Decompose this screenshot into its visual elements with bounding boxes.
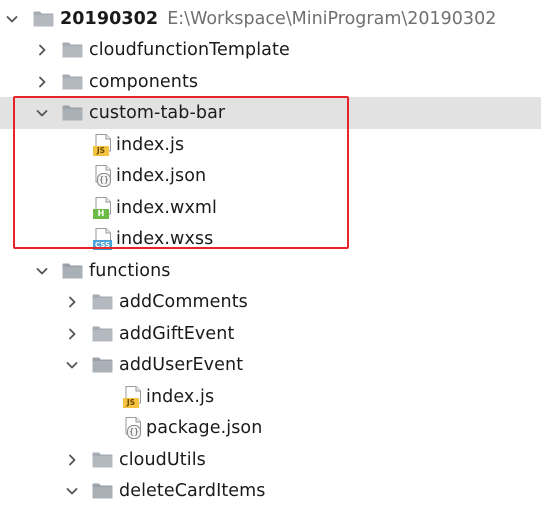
root-folder-path: E:\Workspace\MiniProgram\20190302 <box>167 8 497 29</box>
tree-node-folder[interactable]: deleteCardItems <box>0 475 541 507</box>
tree-node-root[interactable]: 20190302 E:\Workspace\MiniProgram\201903… <box>0 3 541 35</box>
folder-open-icon <box>92 357 113 373</box>
json-file-icon: {} <box>93 165 113 187</box>
folder-icon <box>33 11 54 27</box>
folder-icon <box>62 74 83 90</box>
tree-node-folder-selected[interactable]: custom-tab-bar <box>0 97 541 129</box>
folder-icon <box>92 326 113 342</box>
tree-node-folder[interactable]: functions <box>0 255 541 287</box>
json-file-icon: {} <box>123 417 143 439</box>
js-file-icon: JS <box>93 134 113 156</box>
tree-node-label: index.wxml <box>116 197 218 218</box>
folder-icon <box>62 42 83 58</box>
wxml-file-icon: H <box>93 197 113 219</box>
tree-node-folder[interactable]: cloudfunctionTemplate <box>0 34 541 66</box>
folder-open-icon <box>62 263 83 279</box>
tree-node-file[interactable]: {} index.json <box>0 160 541 192</box>
folder-open-icon <box>62 105 83 121</box>
tree-node-folder[interactable]: addComments <box>0 286 541 318</box>
chevron-down-icon[interactable] <box>34 263 50 279</box>
tree-node-file[interactable]: JS index.js <box>0 129 541 161</box>
chevron-down-icon[interactable] <box>64 483 80 499</box>
wxss-file-icon: CSS <box>93 228 113 250</box>
folder-icon <box>92 294 113 310</box>
tree-node-label: custom-tab-bar <box>89 102 226 123</box>
chevron-right-icon[interactable] <box>64 294 80 310</box>
tree-node-folder[interactable]: addUserEvent <box>0 349 541 381</box>
tree-node-label: index.js <box>116 134 185 155</box>
tree-node-label: index.json <box>116 165 207 186</box>
chevron-down-icon[interactable] <box>4 11 20 27</box>
tree-node-label: addComments <box>119 291 248 312</box>
chevron-right-icon[interactable] <box>64 452 80 468</box>
tree-node-label: addUserEvent <box>119 354 244 375</box>
tree-node-folder[interactable]: components <box>0 66 541 98</box>
chevron-down-icon[interactable] <box>34 105 50 121</box>
tree-node-label: index.wxss <box>116 228 214 249</box>
tree-node-label: cloudfunctionTemplate <box>89 39 290 60</box>
chevron-down-icon[interactable] <box>64 357 80 373</box>
tree-node-label: addGiftEvent <box>119 323 235 344</box>
chevron-right-icon[interactable] <box>34 42 50 58</box>
tree-node-label: package.json <box>146 417 263 438</box>
tree-node-file[interactable]: JS index.js <box>0 381 541 413</box>
folder-icon <box>92 452 113 468</box>
tree-node-folder[interactable]: addGiftEvent <box>0 318 541 350</box>
tree-node-folder[interactable]: cloudUtils <box>0 444 541 476</box>
tree-node-file[interactable]: {} package.json <box>0 412 541 444</box>
file-tree: 20190302 E:\Workspace\MiniProgram\201903… <box>0 0 541 512</box>
chevron-right-icon[interactable] <box>64 326 80 342</box>
folder-open-icon <box>92 483 113 499</box>
tree-node-label: cloudUtils <box>119 449 206 470</box>
js-file-icon: JS <box>123 386 143 408</box>
tree-node-label: functions <box>89 260 171 281</box>
root-folder-name: 20190302 <box>60 8 159 29</box>
tree-node-label: deleteCardItems <box>119 480 266 501</box>
chevron-right-icon[interactable] <box>34 74 50 90</box>
tree-node-label: index.js <box>146 386 215 407</box>
tree-node-file[interactable]: CSS index.wxss <box>0 223 541 255</box>
tree-node-label: components <box>89 71 199 92</box>
tree-node-file[interactable]: H index.wxml <box>0 192 541 224</box>
